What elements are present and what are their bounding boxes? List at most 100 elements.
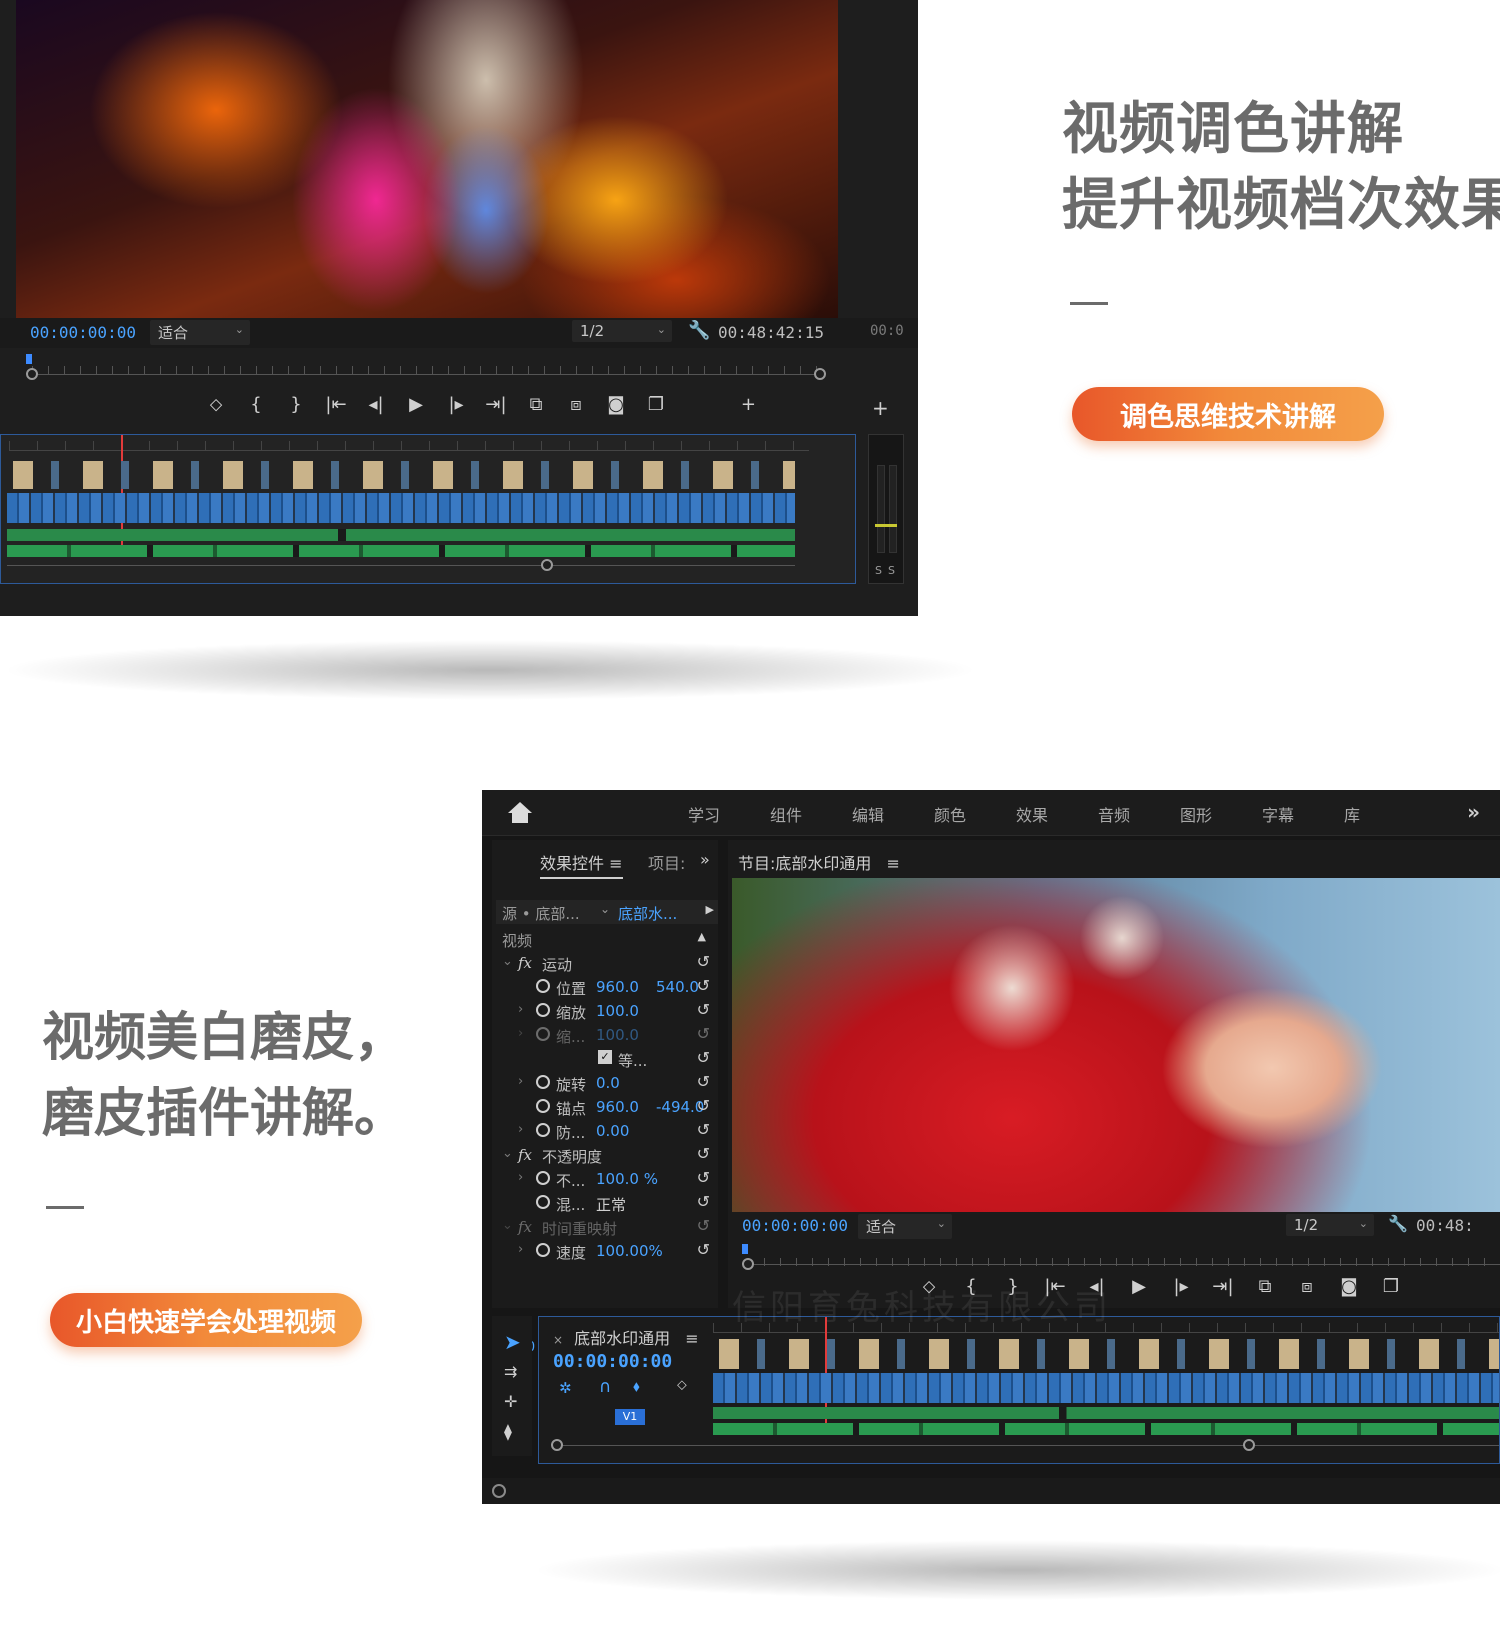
fx-property-row[interactable]: › 速度 100.00% ↺ (496, 1240, 710, 1264)
sequence-timeline[interactable]: × 底部水印通用 ≡ 00:00:00:00 ✲ ∩ ⬧ ⬦ V1 (538, 1316, 1500, 1464)
reset-icon[interactable]: ↺ (697, 1120, 710, 1139)
reset-icon[interactable]: ↺ (697, 1048, 710, 1067)
tab-assembly[interactable]: 组件 (770, 802, 802, 826)
section1-tag-button[interactable]: 调色思维技术讲解 (1072, 387, 1384, 441)
tab-learning[interactable]: 学习 (688, 802, 720, 826)
solo-labels[interactable]: SS (875, 564, 901, 577)
stopwatch-icon[interactable] (536, 1075, 550, 1089)
settings-icon[interactable]: ⬦ (677, 1377, 687, 1393)
panel-menu-icon[interactable]: ≡ (887, 854, 900, 873)
step-forward-icon[interactable]: |▸ (436, 394, 476, 415)
expand-arrow-icon[interactable]: ⌄ (502, 954, 513, 969)
fx-property-row[interactable]: ✓ 等... ↺ (496, 1048, 710, 1072)
tab-editing[interactable]: 编辑 (852, 802, 884, 826)
camera-icon[interactable]: ◙ (1328, 1276, 1370, 1297)
stopwatch-icon[interactable] (536, 1243, 550, 1257)
source-clip-selector[interactable]: 源 • 底部... ⌄ 底部水... ▶ (496, 900, 718, 924)
go-to-out-icon[interactable]: ⇥| (476, 394, 516, 415)
tab-libraries[interactable]: 库 (1344, 802, 1360, 826)
resolution-dropdown[interactable]: 1/2 ⌄ (572, 320, 672, 342)
fx-value[interactable]: 100.0 % (596, 1170, 658, 1188)
stopwatch-icon[interactable] (536, 1027, 550, 1041)
timeline-zoom-handle[interactable] (541, 559, 553, 571)
camera-icon[interactable]: ◙ (596, 394, 636, 415)
play-icon[interactable]: ▶ (1118, 1276, 1160, 1297)
stopwatch-icon[interactable] (536, 1195, 550, 1209)
fx-property-row[interactable]: › 不... 100.0 % ↺ (496, 1168, 710, 1192)
fx-value[interactable]: 100.0 (596, 1026, 639, 1044)
play-only-icon[interactable]: ▶ (706, 903, 714, 916)
add-marker-icon[interactable]: ⬧ (633, 1377, 640, 1395)
marker-icon[interactable]: ⬦ (196, 394, 236, 415)
reset-icon[interactable]: ↺ (697, 1072, 710, 1091)
panel-menu-icon[interactable]: ≡ (685, 1329, 698, 1348)
more-tabs-icon[interactable]: » (1467, 800, 1480, 824)
expand-arrow-icon[interactable]: › (518, 1242, 523, 1257)
expand-arrow-icon[interactable]: › (518, 1074, 523, 1089)
tab-graphics[interactable]: 图形 (1180, 802, 1212, 826)
expand-arrow-icon[interactable]: › (518, 1170, 523, 1185)
expand-arrow-icon[interactable]: ⌄ (502, 1218, 513, 1233)
fx-property-row[interactable]: › 缩... 100.0 ↺ (496, 1024, 710, 1048)
fx-value[interactable]: 0.0 (596, 1074, 620, 1092)
add-button-icon[interactable]: + (676, 394, 756, 415)
reset-icon[interactable]: ↺ (697, 1000, 710, 1019)
fx-property-row[interactable]: 锚点 960.0 -494.0 ↺ (496, 1096, 710, 1120)
mark-out-icon[interactable]: } (276, 394, 316, 415)
stopwatch-icon[interactable] (536, 1171, 550, 1185)
ripple-edit-tool-icon[interactable]: ✛ (504, 1392, 517, 1411)
reset-icon[interactable]: ↺ (697, 1240, 710, 1259)
playhead-timecode[interactable]: 00:00:00:00 (30, 323, 136, 342)
timeline-timecode[interactable]: 00:00:00:00 (553, 1351, 672, 1372)
go-to-in-icon[interactable]: |⇤ (316, 394, 356, 415)
play-icon[interactable]: ▶ (396, 394, 436, 415)
panel-overflow-icon[interactable]: » (700, 850, 710, 869)
stopwatch-icon[interactable] (536, 1003, 550, 1017)
creative-cloud-icon[interactable] (492, 1484, 506, 1498)
playhead-marker[interactable] (742, 1244, 748, 1254)
fx-property-row[interactable]: ⌄ fx 时间重映射 ↺ (496, 1216, 710, 1240)
program-timecode[interactable]: 00:00:00:00 (742, 1216, 848, 1235)
fit-dropdown[interactable]: 适合 ⌄ (150, 320, 250, 345)
program-scrub-ruler[interactable] (742, 1244, 1500, 1270)
expand-arrow-icon[interactable]: › (518, 1122, 523, 1137)
fx-property-row[interactable]: › 缩放 100.0 ↺ (496, 1000, 710, 1024)
step-back-icon[interactable]: ◂| (356, 394, 396, 415)
snap-icon[interactable]: ✲ (559, 1379, 572, 1397)
compare-icon[interactable]: ❐ (636, 394, 676, 415)
fx-value[interactable]: 100.00% (596, 1242, 663, 1260)
range-end-handle[interactable] (814, 368, 826, 380)
fx-property-row[interactable]: 混... 正常 ↺ (496, 1192, 710, 1216)
fx-value[interactable]: 100.0 (596, 1002, 639, 1020)
fit-dropdown[interactable]: 适合 ⌄ (858, 1214, 952, 1239)
mark-in-icon[interactable]: { (236, 394, 276, 415)
reset-icon[interactable]: ↺ (697, 1024, 710, 1043)
expand-arrow-icon[interactable]: › (518, 1026, 523, 1041)
timeline-scroll-line[interactable] (553, 1445, 1499, 1446)
wrench-icon[interactable]: 🔧 (688, 320, 710, 341)
fx-value[interactable]: 960.0 (596, 1098, 639, 1116)
add-button-icon[interactable]: + (872, 396, 889, 420)
timeline-zoom-end-handle[interactable] (1243, 1439, 1255, 1451)
expand-arrow-icon[interactable]: › (518, 1002, 523, 1017)
range-start-handle[interactable] (742, 1258, 754, 1270)
tab-captions[interactable]: 字幕 (1262, 802, 1294, 826)
stopwatch-icon[interactable] (536, 1099, 550, 1113)
playhead-marker[interactable] (26, 354, 32, 364)
tab-effect-controls[interactable]: 效果控件 ≡ (540, 850, 623, 879)
fx-property-row[interactable]: ⌄ fx 不透明度 ↺ (496, 1144, 710, 1168)
sequence-tab[interactable]: × 底部水印通用 ≡ (553, 1325, 699, 1349)
tab-project[interactable]: 项目: (648, 850, 685, 874)
lift-icon[interactable]: ⧉ (1244, 1276, 1286, 1297)
extract-icon[interactable]: ⧈ (556, 394, 596, 415)
reset-icon[interactable]: ↺ (697, 1096, 710, 1115)
compare-icon[interactable]: ❐ (1370, 1276, 1412, 1297)
close-icon[interactable]: × (553, 1333, 563, 1347)
extract-icon[interactable]: ⧈ (1286, 1276, 1328, 1297)
fx-value-secondary[interactable]: 540.0 (656, 978, 699, 996)
fx-property-row[interactable]: ⌄ fx 运动 ↺ (496, 952, 710, 976)
track-v1-badge[interactable]: V1 (615, 1409, 645, 1425)
lift-icon[interactable]: ⧉ (516, 394, 556, 415)
fx-badge-icon[interactable]: fx (518, 954, 532, 972)
step-forward-icon[interactable]: |▸ (1160, 1276, 1202, 1297)
